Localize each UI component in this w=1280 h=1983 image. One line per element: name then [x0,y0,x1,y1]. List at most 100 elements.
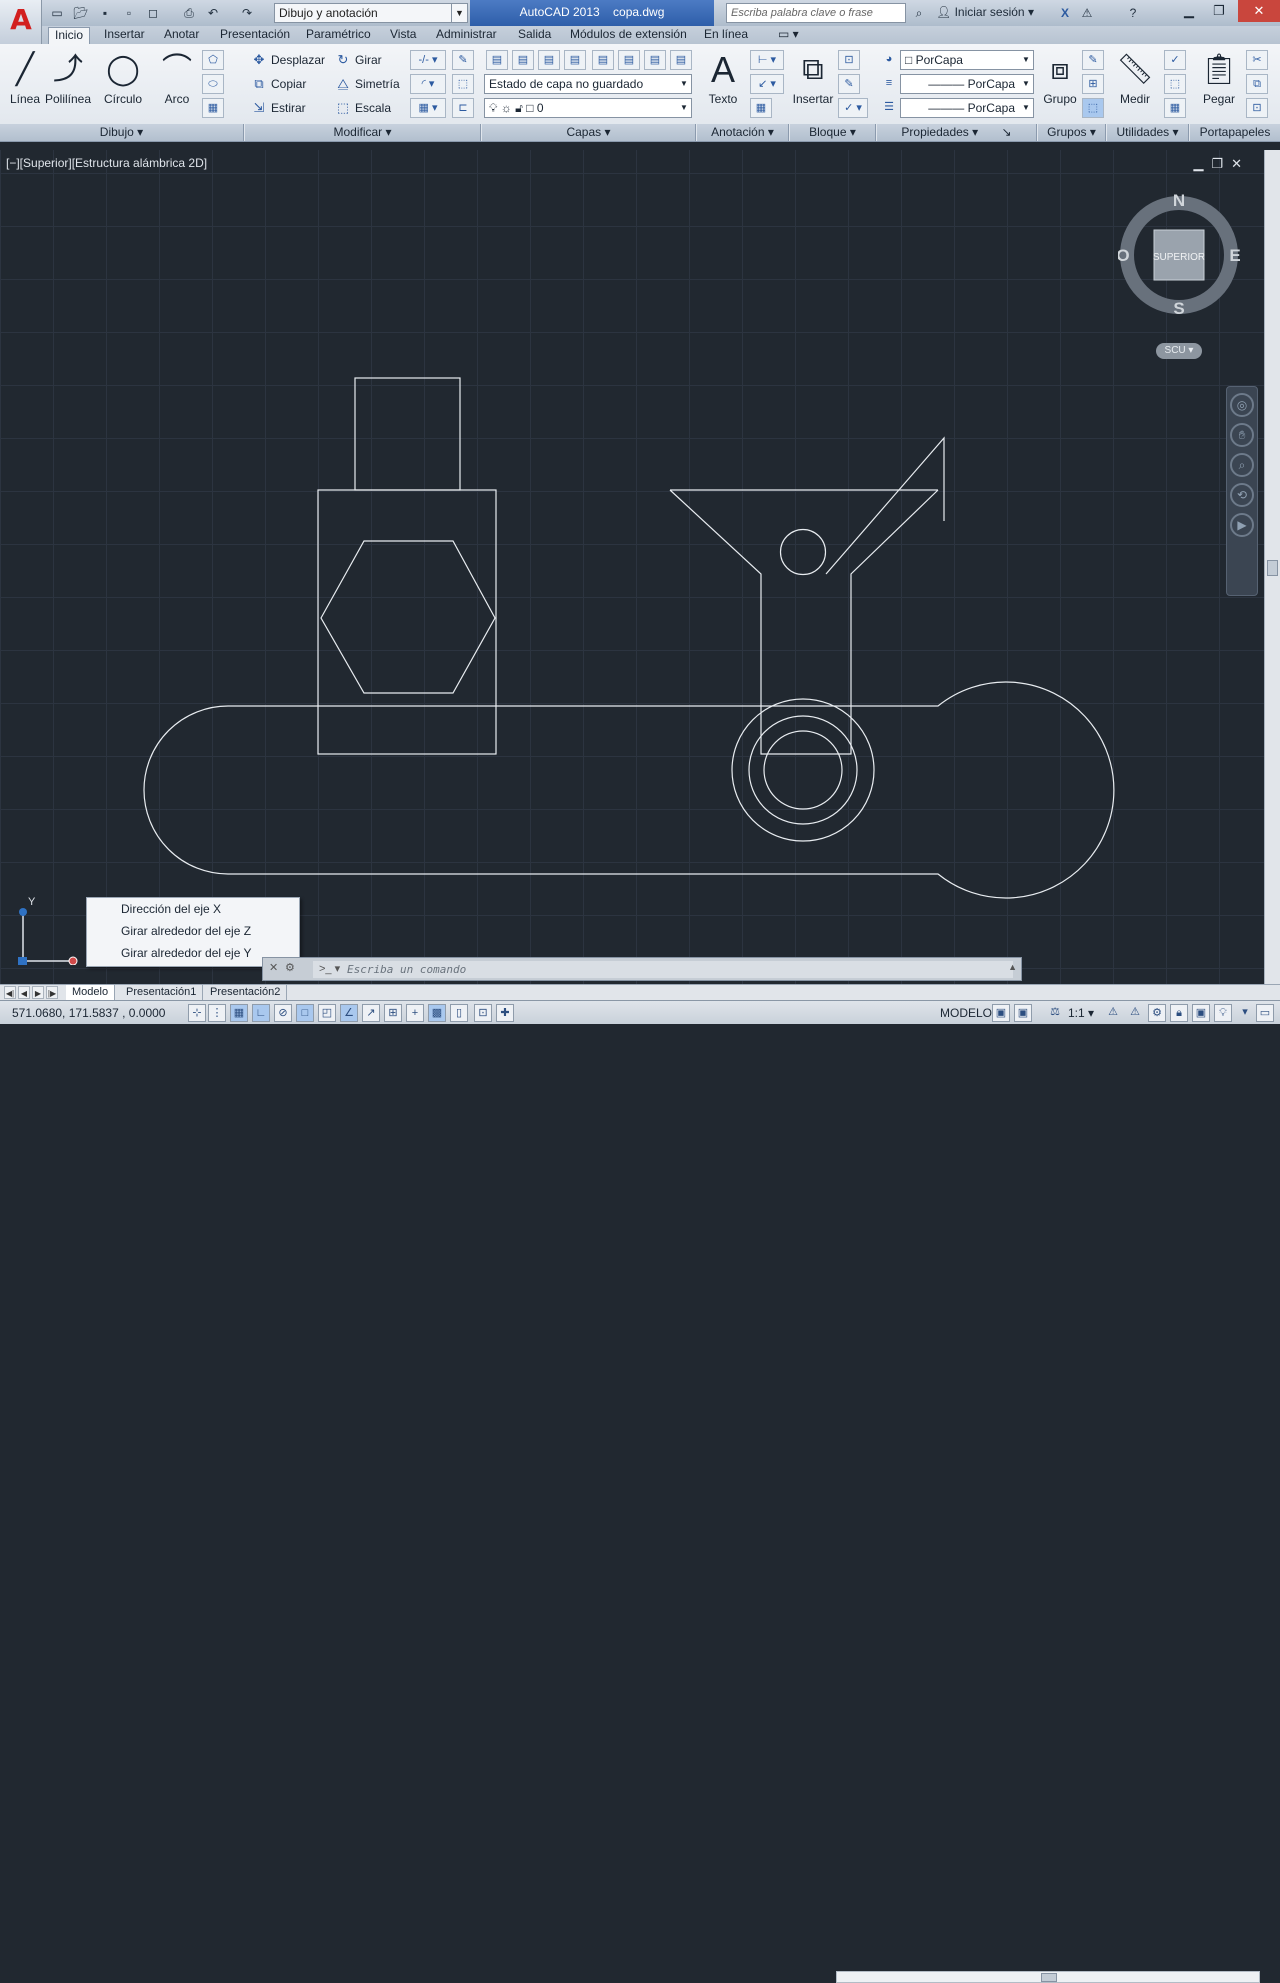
tab-vista[interactable]: Vista [384,27,422,44]
girar-button[interactable]: ↻ Girar [334,50,382,70]
attributes-icon[interactable]: ✓ ▾ [838,98,868,118]
menu-item-rotate-z[interactable]: Girar alrededor del eje Z [87,920,299,942]
transparency-toggle-icon[interactable]: ▩ [428,1004,446,1022]
ellipse-icon[interactable]: ⬭ [202,74,224,94]
edit-block-icon[interactable]: ✎ [838,74,860,94]
tab-modelo[interactable]: Modelo [66,985,116,1000]
command-close-icon[interactable]: ✕ [269,961,278,974]
circulo-button[interactable]: ◯ Círculo [98,48,148,120]
autoscale-icon[interactable]: ⚠ [1126,1004,1144,1022]
panel-anotacion[interactable]: Anotación ▾ [697,124,789,141]
select-all-icon[interactable]: ⬚ [1164,74,1186,94]
redo-icon[interactable]: ↷ [238,4,256,22]
otrack-icon[interactable]: ∠ [340,1004,358,1022]
erase-icon[interactable]: ✎ [452,50,474,70]
plot-preview-icon[interactable]: ◻ [144,4,162,22]
fillet-icon[interactable]: ◜ ▾ [410,74,446,94]
simetria-button[interactable]: ⧋ Simetría [334,74,400,94]
ducs-icon[interactable]: ↗ [362,1004,380,1022]
leader-icon[interactable]: ↙ ▾ [750,74,784,94]
grupo-button[interactable]: ⧈ Grupo [1038,48,1082,120]
coordinates-readout[interactable]: 571.0680, 171.5837 , 0.0000 [12,1006,165,1020]
viewcube[interactable]: SUPERIOR N S E O [1118,194,1240,316]
sc-icon[interactable]: ⊡ [474,1004,492,1022]
layer-icon-2[interactable]: ▤ [512,50,534,70]
explode-icon[interactable]: ⬚ [452,74,474,94]
medir-button[interactable]: 📏︎ Medir [1110,48,1160,120]
vertical-scroll-thumb[interactable] [1267,560,1278,576]
steering-wheel-icon[interactable]: ◎ [1230,393,1254,417]
copy-clip-icon[interactable]: ⧉ [1246,74,1268,94]
panel-portapapeles[interactable]: Portapapeles [1190,124,1280,141]
color-select[interactable]: □ PorCapa ▼ [900,50,1034,70]
calculator-icon[interactable]: ▦ [1164,98,1186,118]
close-icon[interactable]: ✕ [1238,0,1280,22]
application-menu-button[interactable]: A [0,0,42,44]
3dosnap-icon[interactable]: ◰ [318,1004,336,1022]
isolate-objects-icon[interactable]: 💡︎ [1214,1004,1232,1022]
horizontal-scrollbar[interactable] [836,1971,1260,1983]
offset-icon[interactable]: ⊏ [452,98,474,118]
open-icon[interactable]: 📂︎ [72,4,90,22]
panel-capas[interactable]: Capas ▾ [482,124,696,141]
print-icon[interactable]: ⎙ [180,4,198,22]
copiar-button[interactable]: ⧉ Copiar [250,74,306,94]
group-select-icon[interactable]: ⬚ [1082,98,1104,118]
tab-insertar[interactable]: Insertar [98,27,151,44]
desplazar-button[interactable]: ✥ Desplazar [250,50,325,70]
orbit-icon[interactable]: ⟲ [1230,483,1254,507]
command-input[interactable]: Escriba un comando [313,961,1013,978]
grid-icon[interactable]: ▦ [230,1004,248,1022]
tab-presentacion[interactable]: Presentación [214,27,296,44]
annotation-visibility-icon[interactable]: ⚠ [1104,1004,1122,1022]
layer-properties-icon[interactable]: ▤ [486,50,508,70]
panel-bloque[interactable]: Bloque ▾ [790,124,876,141]
layer-icon-6[interactable]: ▤ [618,50,640,70]
layer-icon-7[interactable]: ▤ [644,50,666,70]
tab-anotar[interactable]: Anotar [158,27,205,44]
ungroup-icon[interactable]: ✎ [1082,50,1104,70]
dyn-icon[interactable]: ⊞ [384,1004,402,1022]
texto-button[interactable]: A Texto [698,48,748,120]
layer-icon-4[interactable]: ▤ [564,50,586,70]
vertical-scrollbar[interactable] [1264,150,1280,984]
trim-icon[interactable]: -/- ▾ [410,50,446,70]
menu-item-x-direction[interactable]: Dirección del eje X [87,898,299,920]
qp-icon[interactable]: ▯ [450,1004,468,1022]
hardware-acceleration-icon[interactable]: ▣ [1192,1004,1210,1022]
last-tab-icon[interactable]: |▶ [46,986,58,999]
ribbon-options-icon[interactable]: ▭ ▾ [772,27,805,44]
status-menu-icon[interactable]: ▾ [1236,1004,1254,1022]
layer-select[interactable]: 💡︎ ☼ 🔓︎ □ 0 ▼ [484,98,692,118]
command-history-icon[interactable]: ▲ [1008,962,1017,972]
tab-parametrico[interactable]: Paramétrico [300,27,377,44]
exchange-icon[interactable]: X [1056,4,1074,22]
clean-screen-icon[interactable]: ▭ [1256,1004,1274,1022]
pan-icon[interactable]: ✋︎ [1230,423,1254,447]
drawing-canvas[interactable] [0,150,1264,984]
maximize-icon[interactable]: ❐ [1204,0,1234,22]
quick-view-drawings-icon[interactable]: ▣ [1014,1004,1032,1022]
transparency-icon[interactable]: ☰ [878,98,900,118]
lineweight-icon[interactable]: ≡ [878,74,900,94]
quick-select-icon[interactable]: ✓ [1164,50,1186,70]
tab-salida[interactable]: Salida [512,27,557,44]
layer-state-select[interactable]: Estado de capa no guardado ▼ [484,74,692,94]
command-prompt-icon[interactable]: >_ ▾ [319,962,340,975]
pegar-button[interactable]: 📋︎ Pegar [1194,48,1244,120]
model-space-label[interactable]: MODELO [940,1006,992,1020]
escala-button[interactable]: ⬚ Escala [334,98,391,118]
ucs-button[interactable]: SCU ▾ [1156,343,1202,359]
search-input[interactable]: Escriba palabra clave o frase [726,3,906,23]
quick-view-layouts-icon[interactable]: ▣ [992,1004,1010,1022]
help-icon[interactable]: ? [1124,4,1142,22]
workspace-select[interactable]: Dibujo y anotación ▼ [274,3,468,23]
lock-ui-icon[interactable]: 🔒︎ [1170,1004,1188,1022]
arco-button[interactable]: ⌒ Arco [152,48,202,120]
group-edit-icon[interactable]: ⊞ [1082,74,1104,94]
horizontal-scroll-thumb[interactable] [1041,1973,1057,1982]
tab-inicio[interactable]: Inicio [48,27,91,44]
panel-utilidades[interactable]: Utilidades ▾ [1107,124,1189,141]
am-icon[interactable]: ✚ [496,1004,514,1022]
estirar-button[interactable]: ⇲ Estirar [250,98,306,118]
